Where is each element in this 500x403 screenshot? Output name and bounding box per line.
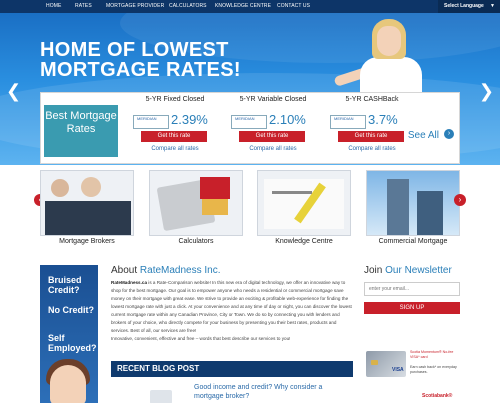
tile-calculators-image[interactable] bbox=[149, 170, 243, 236]
blog-post-link[interactable]: Good income and credit? Why consider a m… bbox=[194, 383, 344, 401]
rate-heading: 5-YR CASHBack bbox=[345, 96, 399, 103]
blog-thumbnail[interactable] bbox=[150, 390, 172, 403]
about-title: About RateMadness Inc. bbox=[111, 265, 221, 276]
newsletter-title: Join Our Newsletter bbox=[364, 265, 452, 276]
rate-heading: 5-YR Variable Closed bbox=[239, 96, 307, 103]
nav-home[interactable]: HOME bbox=[46, 0, 61, 13]
tile-label[interactable]: Commercial Mortgage bbox=[353, 238, 473, 245]
rate-column: 5-YR Fixed Closed MERIDIAN 2.39% Get thi… bbox=[129, 93, 221, 163]
credit-banner[interactable]: Bruised Credit? No Credit? Self Employed… bbox=[40, 265, 98, 403]
hero-next-arrow-icon[interactable]: ❯ bbox=[479, 81, 494, 102]
visa-logo: VISA bbox=[392, 367, 404, 373]
banner-woman-face bbox=[50, 365, 86, 403]
compare-all-rates-link[interactable]: Compare all rates bbox=[129, 146, 221, 152]
newsletter-title-prefix: Join bbox=[364, 265, 386, 276]
nav-calculators[interactable]: CALCULATORS bbox=[169, 0, 207, 13]
lender-logo: MERIDIAN bbox=[330, 115, 366, 129]
sign-up-button[interactable]: SIGN UP bbox=[364, 302, 460, 314]
tile-label[interactable]: Knowledge Centre bbox=[244, 238, 364, 245]
rate-value: 2.10% bbox=[269, 112, 306, 127]
newsletter-email-input[interactable] bbox=[364, 282, 460, 296]
tile-label[interactable]: Mortgage Brokers bbox=[27, 238, 147, 245]
lender-logo: MERIDIAN bbox=[231, 115, 267, 129]
language-select-label: Select Language bbox=[444, 3, 484, 9]
about-body: is a Rate-Comparison website! In this ne… bbox=[111, 280, 352, 333]
credit-card-image bbox=[366, 351, 406, 377]
tile-commercial-mortgage-image[interactable] bbox=[366, 170, 460, 236]
banner-line-no-credit: No Credit? bbox=[48, 305, 94, 315]
lender-logo: MERIDIAN bbox=[133, 115, 169, 129]
compare-all-rates-link[interactable]: Compare all rates bbox=[326, 146, 418, 152]
bank-logo: Scotiabank® bbox=[422, 393, 453, 399]
banner-line-bruised-credit: Bruised Credit? bbox=[48, 275, 82, 295]
nav-rates[interactable]: RATES bbox=[75, 0, 92, 13]
tile-label[interactable]: Calculators bbox=[136, 238, 256, 245]
nav-knowledge-centre[interactable]: KNOWLEDGE CENTRE bbox=[215, 0, 271, 13]
ad-subtext: Earn cash back* on everyday purchases. bbox=[410, 365, 457, 374]
hero-title-line2: MORTGAGE RATES! bbox=[40, 59, 241, 81]
banner-line-self-employed: Self Employed? bbox=[48, 333, 97, 353]
about-title-brand: RateMadness Inc. bbox=[139, 265, 221, 276]
chevron-down-icon: ▼ bbox=[490, 3, 495, 9]
about-paragraph: RateMadness.ca is a Rate-Comparison webs… bbox=[111, 279, 353, 343]
see-all-link[interactable]: See All bbox=[408, 130, 439, 141]
get-this-rate-button[interactable]: Get this rate bbox=[338, 131, 404, 142]
rate-column: 5-YR Variable Closed MERIDIAN 2.10% Get … bbox=[227, 93, 319, 163]
recent-blog-post-heading: RECENT BLOG POST bbox=[111, 361, 353, 377]
compare-all-rates-link[interactable]: Compare all rates bbox=[227, 146, 319, 152]
about-brand-bold: RateMadness.ca bbox=[111, 280, 148, 285]
tiles-next-arrow-icon[interactable]: › bbox=[454, 194, 466, 206]
nav-contact-us[interactable]: CONTACT US bbox=[277, 0, 310, 13]
about-title-prefix: About bbox=[111, 265, 140, 276]
hero-title: HOME OF LOWEST MORTGAGE RATES! bbox=[40, 40, 300, 80]
rate-heading: 5-YR Fixed Closed bbox=[145, 96, 205, 103]
best-rates-label: Best Mortgage Rates bbox=[44, 105, 118, 157]
tile-mortgage-brokers-image[interactable] bbox=[40, 170, 134, 236]
rates-panel: Best Mortgage Rates 5-YR Fixed Closed ME… bbox=[40, 92, 460, 164]
rate-column: 5-YR CASHBack MERIDIAN 3.7% Get this rat… bbox=[326, 93, 418, 163]
newsletter-title-accent: Our Newsletter bbox=[385, 265, 452, 276]
rate-value: 3.7% bbox=[368, 112, 398, 127]
get-this-rate-button[interactable]: Get this rate bbox=[141, 131, 207, 142]
about-tagline: Innovative, convenient, effective and fr… bbox=[111, 336, 291, 341]
ad-headline: Scotia Momentum® No-fee VISA* card bbox=[410, 350, 454, 359]
tile-knowledge-centre-image[interactable] bbox=[257, 170, 351, 236]
top-nav: HOME RATES MORTGAGE PROVIDER CALCULATORS… bbox=[0, 0, 500, 13]
arrow-right-icon[interactable]: › bbox=[444, 129, 454, 139]
language-select[interactable]: Select Language ▼ bbox=[438, 0, 500, 13]
get-this-rate-button[interactable]: Get this rate bbox=[239, 131, 305, 142]
hero-prev-arrow-icon[interactable]: ❮ bbox=[6, 81, 21, 102]
nav-mortgage-provider[interactable]: MORTGAGE PROVIDER bbox=[106, 0, 164, 13]
hero-title-line1: HOME OF LOWEST bbox=[40, 39, 229, 61]
service-tiles: ‹ Mortgage Brokers Calculators Knowledge… bbox=[0, 170, 500, 250]
rate-value: 2.39% bbox=[171, 112, 208, 127]
credit-card-ad[interactable]: VISA Scotia Momentum® No-fee VISA* card … bbox=[364, 347, 460, 403]
